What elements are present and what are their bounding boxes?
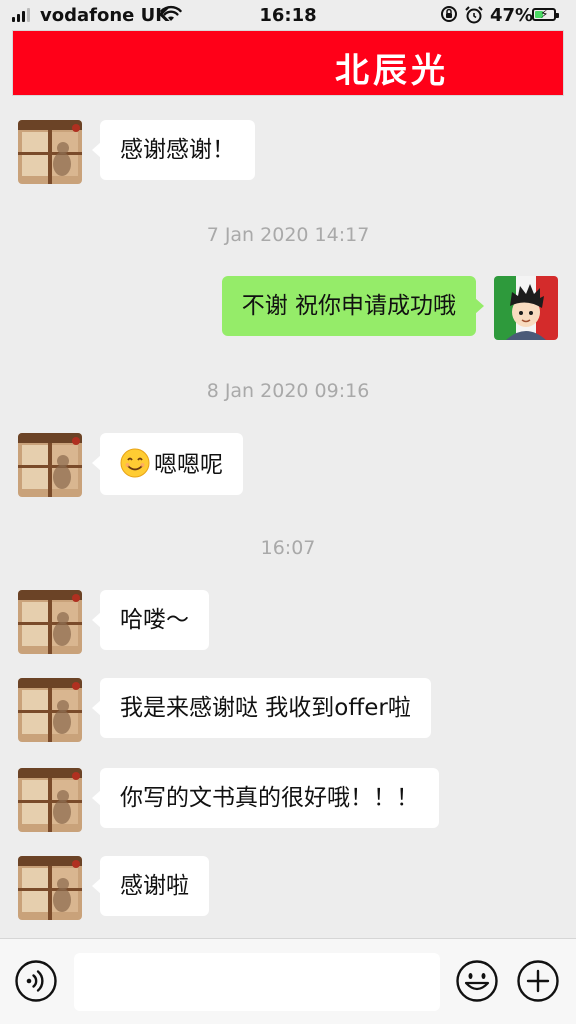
outgoing-message-bubble[interactable]: 不谢 祝你申请成功哦 [221, 276, 485, 336]
contact-avatar[interactable] [18, 120, 82, 184]
incoming-message-bubble[interactable]: 嗯嗯呢 [92, 433, 243, 495]
contact-avatar[interactable] [18, 856, 82, 920]
status-bar: vodafone UK 16:18 47% ⚡ [0, 0, 576, 30]
voice-icon[interactable] [14, 959, 58, 1003]
message-text: 嗯嗯呢 [154, 452, 223, 478]
incoming-message-bubble[interactable]: 感谢感谢！ [92, 120, 255, 180]
smile-emoji-icon [120, 448, 150, 478]
timestamp: 7 Jan 2020 14:17 [206, 224, 370, 246]
incoming-message-bubble[interactable]: 哈喽～ [92, 590, 209, 650]
message-input-bar [0, 938, 576, 1024]
contact-avatar[interactable] [18, 590, 82, 654]
plus-icon[interactable] [516, 959, 560, 1003]
message-list[interactable]: 感谢感谢！ 7 Jan 2020 14:17 不谢 祝你申请成功哦 8 Jan … [0, 98, 576, 938]
contact-avatar[interactable] [18, 678, 82, 742]
battery-percent: 47% [490, 5, 534, 26]
chat-title-banner: 北辰光 [12, 30, 564, 96]
alarm-icon [464, 5, 484, 30]
incoming-message-bubble[interactable]: 我是来感谢哒 我收到offer啦 [92, 678, 431, 738]
incoming-message-bubble[interactable]: 感谢啦 [92, 856, 209, 916]
battery-charging-icon: ⚡ [532, 7, 559, 21]
message-text-input[interactable] [74, 953, 440, 1011]
emoji-icon[interactable] [455, 959, 499, 1003]
contact-avatar[interactable] [18, 768, 82, 832]
my-avatar[interactable] [494, 276, 558, 340]
contact-avatar[interactable] [18, 433, 82, 497]
incoming-message-bubble[interactable]: 你写的文书真的很好哦！！！ [92, 768, 439, 828]
rotation-lock-icon [440, 5, 458, 28]
chat-title: 北辰光 [335, 51, 449, 91]
timestamp: 8 Jan 2020 09:16 [206, 380, 370, 402]
timestamp: 16:07 [260, 537, 316, 559]
